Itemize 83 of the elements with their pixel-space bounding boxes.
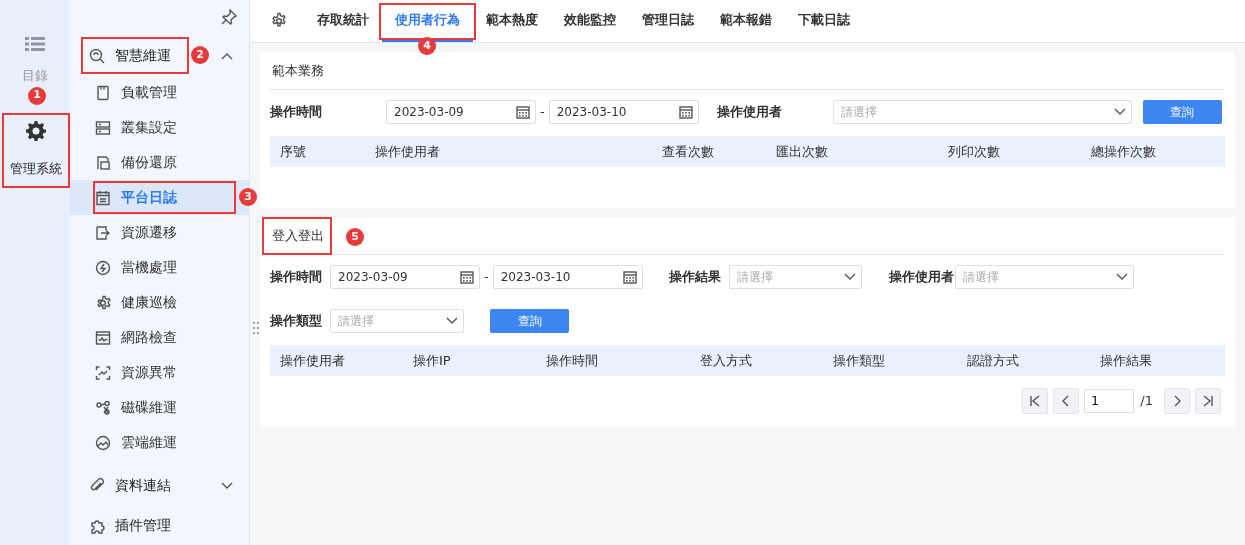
page-total: /1 <box>1140 392 1153 411</box>
column-header: 認證方式 <box>967 351 1020 370</box>
gear-icon <box>95 294 111 311</box>
sidebar-item[interactable]: 備份還原 <box>93 146 236 179</box>
chevron-down-icon <box>446 317 458 325</box>
drag-handle-icon <box>253 322 259 334</box>
column-header: 操作類型 <box>833 351 886 370</box>
column-header: 匯出次數 <box>776 142 829 161</box>
column-header: 操作結果 <box>1100 351 1153 370</box>
panel-title: 登入登出 <box>262 216 332 255</box>
filter-label: 操作使用者 <box>888 268 954 287</box>
calendar-icon <box>622 270 637 284</box>
tab[interactable]: 管理日誌 <box>629 0 707 42</box>
pin-icon <box>221 9 237 25</box>
panel-title: 範本業務 <box>271 61 325 80</box>
monitor-icon <box>95 329 111 346</box>
sidebar-item[interactable]: 負載管理 <box>93 76 236 109</box>
sidebar-item[interactable]: 當機處理 <box>93 251 236 284</box>
column-header: 列印次數 <box>948 142 1001 161</box>
calendar-icon <box>460 270 474 284</box>
date-field[interactable]: 2023-03-09 <box>330 265 480 289</box>
tab[interactable]: 範本熱度 <box>473 0 551 42</box>
tab[interactable]: 效能監控 <box>551 0 629 42</box>
chevron-down-icon <box>1113 108 1126 116</box>
last-page-icon <box>1201 394 1215 408</box>
sidebar-item[interactable]: 雲端維運 <box>93 426 236 459</box>
rail-label: 管理系統 <box>10 159 62 178</box>
callout-badge: 2 <box>191 46 209 64</box>
server-icon <box>95 119 111 136</box>
sidebar-group[interactable]: 資料連結 <box>81 467 189 504</box>
range-separator: - <box>540 103 545 122</box>
rail-label: 目錄 <box>22 67 48 85</box>
range-separator: - <box>484 268 489 287</box>
sidebar-item[interactable]: 資源遷移 <box>93 216 236 249</box>
chevron-down-icon <box>1115 273 1128 281</box>
tab[interactable]: 下載日誌 <box>785 0 863 42</box>
chevron-down-icon <box>843 273 856 281</box>
callout-badge: 3 <box>239 188 257 206</box>
column-header: 查看次數 <box>662 142 715 161</box>
callout-badge: 1 <box>28 86 46 105</box>
page-input[interactable]: 1 <box>1084 389 1135 413</box>
puzzle-icon <box>89 517 105 534</box>
filter-label: 操作使用者 <box>716 103 783 122</box>
date-field[interactable]: 2023-03-10 <box>492 265 643 289</box>
sidebar-item[interactable]: 磁碟維運 <box>93 391 236 424</box>
gear-icon <box>26 120 46 141</box>
card-icon <box>95 84 111 101</box>
column-header: 登入方式 <box>700 351 753 370</box>
scan-icon <box>95 364 111 381</box>
sidebar-item[interactable]: 網路檢查 <box>93 321 236 354</box>
column-header: 序號 <box>280 142 307 161</box>
calendar-icon <box>516 105 530 119</box>
nodes-icon <box>95 399 111 416</box>
query-button[interactable]: 查詢 <box>490 309 569 333</box>
callout-badge: 4 <box>418 37 436 55</box>
calendar-icon <box>678 105 693 119</box>
column-header: 操作使用者 <box>280 351 346 370</box>
sidebar-item[interactable]: 健康巡檢 <box>93 286 236 319</box>
search-icon <box>89 47 105 64</box>
tab[interactable]: 範本報錯 <box>707 0 785 42</box>
query-button[interactable]: 查詢 <box>1142 100 1222 124</box>
column-header: 操作時間 <box>546 351 599 370</box>
column-header: 操作使用者 <box>375 142 441 161</box>
cloud-icon <box>95 434 111 451</box>
sidebar-group[interactable]: 插件管理 <box>81 507 189 544</box>
sidebar-group[interactable]: 智慧維運 <box>81 37 189 74</box>
date-field[interactable]: 2023-03-09 <box>386 100 536 124</box>
column-header: 總操作次數 <box>1091 142 1157 161</box>
callout-badge: 5 <box>346 228 364 246</box>
filter-label: 操作時間 <box>270 103 323 122</box>
export-icon <box>95 224 111 241</box>
calendar-icon <box>95 189 111 206</box>
filter-label: 操作結果 <box>668 268 722 287</box>
filter-label: 操作時間 <box>270 268 323 287</box>
sidebar-item[interactable]: 資源異常 <box>93 356 236 389</box>
column-header: 操作IP <box>413 351 452 370</box>
copy-icon <box>95 154 111 171</box>
sidebar-item[interactable]: 叢集設定 <box>93 111 236 144</box>
list-icon <box>25 36 45 52</box>
filter-label: 操作類型 <box>270 312 323 331</box>
date-field[interactable]: 2023-03-10 <box>548 100 699 124</box>
tab[interactable]: 存取統計 <box>304 0 382 42</box>
lightning-icon <box>95 259 111 276</box>
